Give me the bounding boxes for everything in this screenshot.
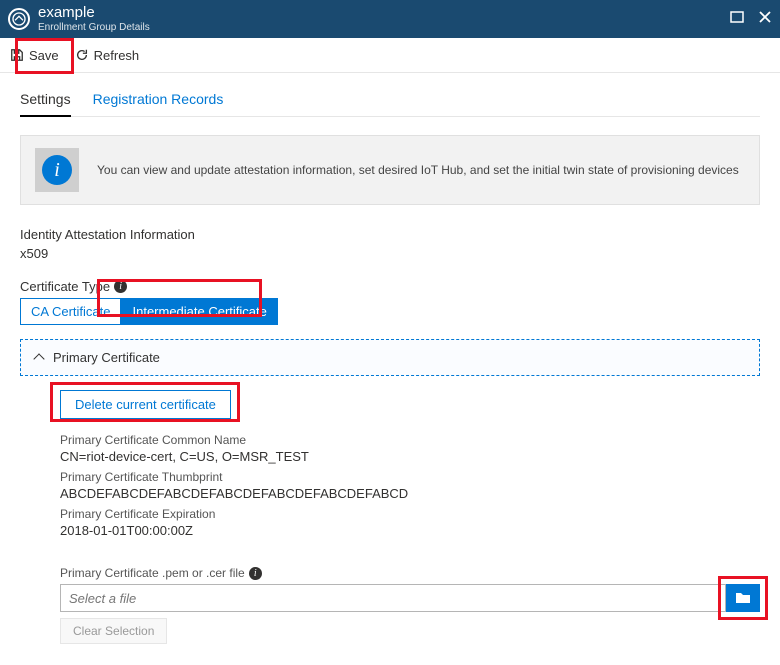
file-browse-button[interactable] [726, 584, 760, 612]
clear-selection-button[interactable]: Clear Selection [60, 618, 167, 644]
tab-settings[interactable]: Settings [20, 85, 71, 117]
info-banner: i You can view and update attestation in… [20, 135, 760, 205]
info-dot-icon[interactable]: i [249, 567, 262, 580]
refresh-button[interactable]: Refresh [75, 48, 140, 63]
panel-header: example Enrollment Group Details [0, 0, 780, 38]
exp-value: 2018-01-01T00:00:00Z [60, 523, 760, 538]
identity-value: x509 [20, 246, 760, 261]
save-button[interactable]: Save [10, 48, 59, 63]
cert-type-ca[interactable]: CA Certificate [20, 298, 121, 325]
cn-label: Primary Certificate Common Name [60, 433, 760, 447]
info-icon-wrap: i [35, 148, 79, 192]
panel-title: example [38, 5, 150, 22]
panel-subtitle: Enrollment Group Details [38, 22, 150, 33]
service-icon [8, 8, 30, 30]
refresh-label: Refresh [94, 48, 140, 63]
tab-registration-records[interactable]: Registration Records [93, 85, 224, 116]
delete-certificate-button[interactable]: Delete current certificate [60, 390, 231, 419]
primary-cert-expander[interactable]: Primary Certificate [20, 339, 760, 376]
primary-cert-title: Primary Certificate [53, 350, 160, 365]
info-text: You can view and update attestation info… [97, 163, 739, 177]
close-icon[interactable] [758, 10, 772, 29]
cert-type-label: Certificate Type [20, 279, 110, 294]
cert-type-intermediate[interactable]: Intermediate Certificate [121, 298, 277, 325]
maximize-icon[interactable] [730, 10, 744, 29]
command-bar: Save Refresh [0, 38, 780, 73]
save-label: Save [29, 48, 59, 63]
primary-cert-body: Delete current certificate Primary Certi… [20, 376, 760, 644]
file-select-input[interactable] [60, 584, 726, 612]
exp-label: Primary Certificate Expiration [60, 507, 760, 521]
refresh-icon [75, 48, 89, 62]
info-icon: i [42, 155, 72, 185]
folder-icon [735, 590, 751, 606]
cert-type-toggle: CA Certificate Intermediate Certificate [20, 298, 760, 325]
cn-value: CN=riot-device-cert, C=US, O=MSR_TEST [60, 449, 760, 464]
content-area: Settings Registration Records i You can … [0, 73, 780, 665]
thumb-label: Primary Certificate Thumbprint [60, 470, 760, 484]
file-label: Primary Certificate .pem or .cer file [60, 566, 245, 580]
thumb-value: ABCDEFABCDEFABCDEFABCDEFABCDEFABCDEFABCD [60, 486, 760, 501]
info-dot-icon[interactable]: i [114, 280, 127, 293]
identity-label: Identity Attestation Information [20, 227, 760, 242]
save-icon [10, 48, 24, 62]
tab-bar: Settings Registration Records [20, 85, 760, 117]
chevron-up-icon [33, 353, 44, 364]
